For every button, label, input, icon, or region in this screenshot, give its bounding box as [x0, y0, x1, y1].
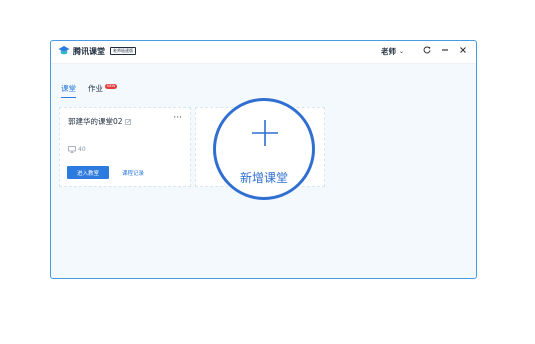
chevron-down-icon: ⌄: [399, 48, 405, 55]
student-count: 40: [68, 146, 86, 153]
new-badge: NEW: [105, 84, 118, 89]
app-logo: 腾讯课堂 老师极速版: [58, 45, 136, 57]
edition-badge: 老师极速版: [110, 47, 136, 55]
refresh-button[interactable]: [421, 44, 433, 56]
graduation-cap-icon: [58, 46, 70, 55]
add-class-label: 新增课堂: [239, 171, 288, 185]
app-name: 腾讯课堂: [73, 46, 105, 56]
class-card[interactable]: 郭建华的课堂02 ··· 40 进入教室 课程记录: [59, 107, 191, 187]
tab-classroom[interactable]: 课堂: [61, 83, 76, 98]
student-count-value: 40: [78, 146, 86, 153]
add-class-button[interactable]: 新增课堂: [213, 98, 315, 200]
tab-label: 作业: [88, 84, 103, 93]
tab-bar: 课堂 作业 NEW: [61, 83, 118, 98]
class-title: 郭建华的课堂02: [68, 116, 131, 127]
minimize-button[interactable]: [439, 44, 451, 56]
monitor-icon: [68, 146, 76, 153]
plus-icon: [252, 120, 278, 146]
enter-classroom-button[interactable]: 进入教室: [67, 166, 109, 179]
title-bar: 腾讯课堂 老师极速版 老师 ⌄: [51, 41, 476, 64]
more-options-icon[interactable]: ···: [173, 114, 182, 123]
close-button[interactable]: [457, 44, 469, 56]
edit-icon[interactable]: [124, 118, 131, 125]
close-icon: [460, 47, 466, 53]
user-menu[interactable]: 老师 ⌄: [381, 46, 404, 57]
course-record-link[interactable]: 课程记录: [122, 169, 144, 177]
tab-homework[interactable]: 作业 NEW: [88, 83, 118, 94]
refresh-icon: [423, 46, 431, 54]
minimize-icon: [442, 49, 448, 51]
user-role: 老师: [381, 47, 396, 56]
tab-label: 课堂: [61, 84, 76, 93]
class-name: 郭建华的课堂02: [68, 117, 123, 126]
